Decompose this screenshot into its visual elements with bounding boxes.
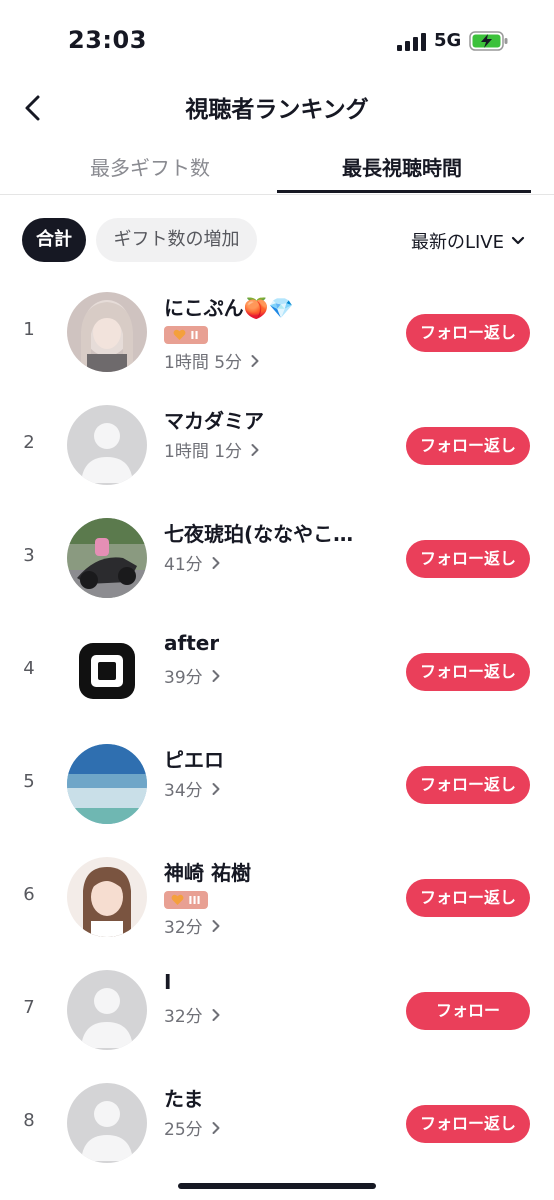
rank-number: 5 <box>23 771 35 792</box>
chevron-right-icon <box>212 782 220 795</box>
rank-number: 2 <box>23 432 35 453</box>
tab-bar: 最多ギフト数 最長視聴時間 <box>0 144 554 195</box>
viewer-name: にこぷん🍑💎 <box>164 296 294 320</box>
watch-duration[interactable]: 1時間 5分 <box>164 348 260 373</box>
duration-text: 25分 <box>164 1120 203 1140</box>
watch-duration[interactable]: 34分 <box>164 776 221 801</box>
avatar[interactable] <box>67 292 147 372</box>
viewer-name: I <box>164 970 172 994</box>
chevron-right-icon <box>212 669 220 682</box>
viewer-row[interactable]: 5 ピエロ 34分 フォロー返し <box>0 726 554 839</box>
chevron-down-icon <box>511 236 525 245</box>
follow-back-button[interactable]: フォロー返し <box>406 766 530 804</box>
watch-duration[interactable]: 41分 <box>164 550 221 575</box>
active-tab-indicator <box>277 190 531 193</box>
filter-chip-gift-increase[interactable]: ギフト数の増加 <box>96 218 257 262</box>
filter-row: 合計 ギフト数の増加 最新のLIVE <box>0 216 554 264</box>
duration-text: 1時間 5分 <box>164 353 243 373</box>
duration-text: 41分 <box>164 555 203 575</box>
rank-number: 8 <box>23 1110 35 1131</box>
viewer-name: ピエロ <box>164 748 224 772</box>
default-avatar[interactable] <box>67 970 147 1050</box>
viewer-row[interactable]: 3 七夜琥珀(ななやこ… 41分 フォロー返し <box>0 500 554 613</box>
viewer-row[interactable]: 4 after 39分 フォロー返し <box>0 613 554 726</box>
rank-number: 3 <box>23 545 35 566</box>
follow-back-button[interactable]: フォロー返し <box>406 427 530 465</box>
badge-level: II <box>190 328 199 342</box>
badge-level: III <box>188 893 201 907</box>
viewer-name: 七夜琥珀(ななやこ… <box>164 522 354 546</box>
signal-icon <box>397 33 426 51</box>
watch-duration[interactable]: 39分 <box>164 663 221 688</box>
fan-level-badge: III <box>164 891 208 909</box>
duration-text: 32分 <box>164 1007 203 1027</box>
status-bar: 23:03 5G <box>0 0 554 84</box>
viewer-name: 神崎 祐樹 <box>164 861 251 885</box>
tab-longest-watch-time[interactable]: 最長視聴時間 <box>302 152 502 181</box>
viewer-row[interactable]: 6 神崎 祐樹 III 32分 フォロー返し <box>0 839 554 952</box>
home-indicator <box>178 1183 376 1189</box>
follow-back-button[interactable]: フォロー返し <box>406 653 530 691</box>
watch-duration[interactable]: 25分 <box>164 1115 221 1140</box>
duration-text: 32分 <box>164 918 203 938</box>
status-time: 23:03 <box>68 26 147 54</box>
viewer-row[interactable]: 1 にこぷん🍑💎 II 1時間 5分 フォロー返し <box>0 274 554 387</box>
fan-level-badge: II <box>164 326 208 344</box>
avatar[interactable] <box>67 631 147 711</box>
viewer-name: after <box>164 631 220 655</box>
heart-icon <box>173 329 186 340</box>
viewer-row[interactable]: 8 たま 25分 フォロー返し <box>0 1065 554 1178</box>
watch-duration[interactable]: 1時間 1分 <box>164 437 260 462</box>
follow-back-button[interactable]: フォロー返し <box>406 540 530 578</box>
chevron-right-icon <box>212 1008 220 1021</box>
header: 視聴者ランキング <box>0 84 554 132</box>
sort-dropdown[interactable]: 最新のLIVE <box>411 228 526 254</box>
rank-number: 1 <box>23 319 35 340</box>
rank-number: 7 <box>23 997 35 1018</box>
default-avatar[interactable] <box>67 405 147 485</box>
duration-text: 1時間 1分 <box>164 442 243 462</box>
chevron-right-icon <box>251 443 259 456</box>
watch-duration[interactable]: 32分 <box>164 1002 221 1027</box>
chevron-right-icon <box>251 354 259 367</box>
rank-number: 4 <box>23 658 35 679</box>
follow-back-button[interactable]: フォロー返し <box>406 879 530 917</box>
viewer-row[interactable]: 7 I 32分 フォロー <box>0 952 554 1065</box>
filter-chip-total[interactable]: 合計 <box>22 218 86 262</box>
tab-most-gifts[interactable]: 最多ギフト数 <box>50 152 250 181</box>
duration-text: 39分 <box>164 668 203 688</box>
avatar[interactable] <box>67 518 147 598</box>
network-label: 5G <box>434 30 462 51</box>
page-title: 視聴者ランキング <box>185 97 369 123</box>
default-avatar[interactable] <box>67 1083 147 1163</box>
viewer-ranking-list: 1 にこぷん🍑💎 II 1時間 5分 フォロー返し 2 マカダミア 1時間 1分… <box>0 274 554 1178</box>
rank-number: 6 <box>23 884 35 905</box>
avatar[interactable] <box>67 744 147 824</box>
follow-back-button[interactable]: フォロー返し <box>406 1105 530 1143</box>
viewer-row[interactable]: 2 マカダミア 1時間 1分 フォロー返し <box>0 387 554 500</box>
battery-icon <box>469 31 508 51</box>
viewer-name: たま <box>164 1087 204 1111</box>
chevron-right-icon <box>212 919 220 932</box>
chevron-right-icon <box>212 556 220 569</box>
sort-label: 最新のLIVE <box>410 232 504 253</box>
watch-duration[interactable]: 32分 <box>164 913 221 938</box>
heart-icon <box>171 894 184 905</box>
duration-text: 34分 <box>164 781 203 801</box>
chevron-right-icon <box>212 1121 220 1134</box>
follow-back-button[interactable]: フォロー返し <box>406 314 530 352</box>
avatar[interactable] <box>67 857 147 937</box>
follow-button[interactable]: フォロー <box>406 992 530 1030</box>
viewer-name: マカダミア <box>164 409 264 433</box>
